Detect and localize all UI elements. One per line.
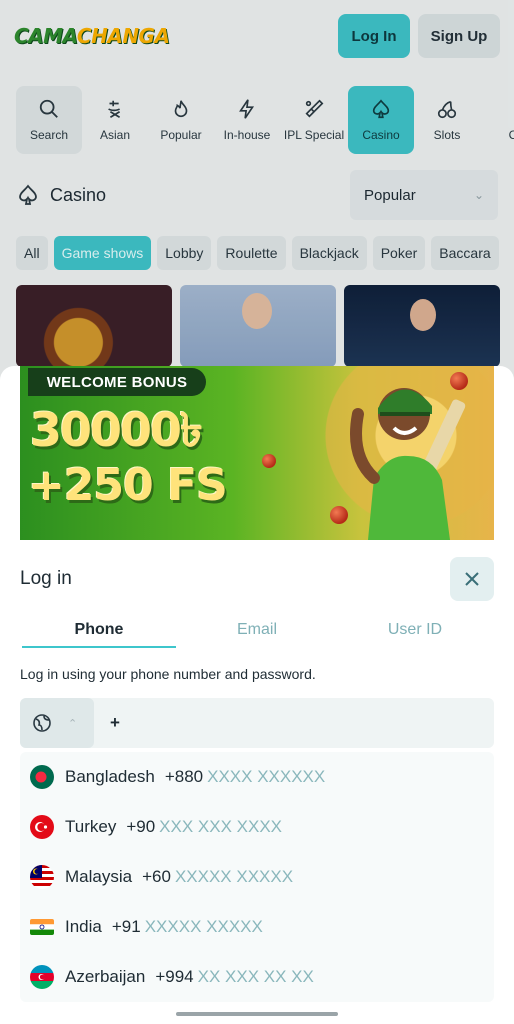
country-code: +60 xyxy=(142,867,171,886)
azerbaijan-flag-icon xyxy=(30,965,54,989)
login-sheet: WELCOME BONUS 30000৳ +250 FS Log in Phon… xyxy=(0,366,514,1024)
tab-phone[interactable]: Phone xyxy=(20,612,178,648)
welcome-bonus-banner[interactable]: WELCOME BONUS 30000৳ +250 FS xyxy=(20,366,494,540)
country-code: +880 xyxy=(164,767,204,786)
country-option-bangladesh[interactable]: Bangladesh +880 XXXX XXXXXX xyxy=(20,752,494,802)
chevron-up-icon: ⌃ xyxy=(68,717,78,730)
country-code-picker[interactable]: ⌃ xyxy=(20,698,94,748)
login-tabs: Phone Email User ID xyxy=(20,612,494,648)
country-name: Bangladesh xyxy=(65,767,155,786)
login-header: Log in xyxy=(20,556,494,602)
country-name: Turkey xyxy=(65,817,117,836)
turkey-flag-icon xyxy=(30,815,54,839)
cricket-ball-icon xyxy=(330,506,348,524)
malaysia-flag-icon xyxy=(30,865,54,889)
phone-input[interactable]: + xyxy=(110,713,120,733)
number-format: XXXXX XXXXX xyxy=(174,867,294,886)
number-format: XXX XXX XXXX xyxy=(159,817,283,836)
country-option-malaysia[interactable]: Malaysia +60 XXXXX XXXXX xyxy=(20,852,494,902)
close-icon xyxy=(465,572,479,586)
country-name: Azerbaijan xyxy=(65,967,146,986)
globe-icon xyxy=(33,714,51,732)
india-flag-icon xyxy=(30,919,54,935)
bonus-free-spins: +250 FS xyxy=(28,460,228,511)
close-button[interactable] xyxy=(450,557,494,601)
cricket-ball-icon xyxy=(450,372,468,390)
number-format: XXXXX XXXXX xyxy=(144,917,263,936)
bangladesh-flag-icon xyxy=(30,765,54,789)
phone-input-row: ⌃ + xyxy=(20,698,494,748)
tab-email[interactable]: Email xyxy=(178,612,336,648)
country-code: +91 xyxy=(111,917,141,936)
country-option-azerbaijan[interactable]: Azerbaijan +994 XX XXX XX XX xyxy=(20,952,494,1002)
country-name: India xyxy=(65,917,102,936)
login-title: Log in xyxy=(20,568,72,589)
tab-user-id[interactable]: User ID xyxy=(336,612,494,648)
country-option-india[interactable]: India +91 XXXXX XXXXX xyxy=(20,902,494,952)
country-code: +90 xyxy=(126,817,156,836)
cricket-player-illustration xyxy=(350,388,466,540)
home-indicator[interactable] xyxy=(176,1012,338,1016)
country-option-turkey[interactable]: Turkey +90 XXX XXX XXXX xyxy=(20,802,494,852)
country-code: +994 xyxy=(155,967,194,986)
country-name: Malaysia xyxy=(65,867,133,886)
login-hint: Log in using your phone number and passw… xyxy=(20,666,316,682)
number-format: XXXX XXXXXX xyxy=(207,767,326,786)
bonus-tag: WELCOME BONUS xyxy=(28,368,206,396)
country-dropdown: Bangladesh +880 XXXX XXXXXX Turkey +90 X… xyxy=(20,752,494,1002)
cricket-ball-icon xyxy=(262,454,276,468)
number-format: XX XXX XX XX xyxy=(197,967,314,986)
